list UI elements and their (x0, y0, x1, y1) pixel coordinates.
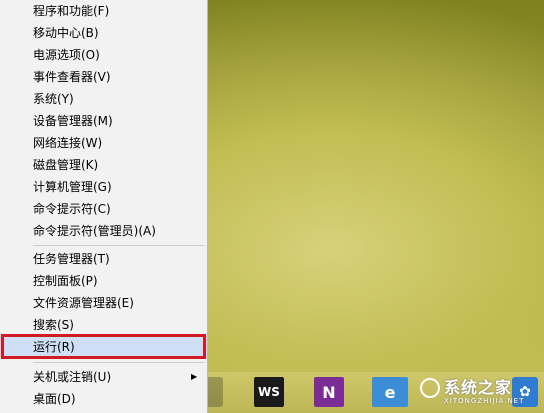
watermark-url: XITONGZHIJIA.NET (444, 397, 525, 405)
menu-item-mobility-center[interactable]: 移动中心(B) (0, 22, 207, 44)
menu-item-power-options[interactable]: 电源选项(O) (0, 44, 207, 66)
menu-item-label: 文件资源管理器(E) (33, 296, 134, 310)
menu-item-label: 计算机管理(G) (33, 180, 112, 194)
watermark-title: 系统之家 (444, 378, 513, 397)
menu-separator (33, 245, 205, 246)
menu-item-system[interactable]: 系统(Y) (0, 88, 207, 110)
menu-item-label: 命令提示符(C) (33, 202, 111, 216)
ie-icon[interactable]: e (372, 377, 408, 407)
menu-item-label: 桌面(D) (33, 392, 76, 406)
menu-item-programs-features[interactable]: 程序和功能(F) (0, 0, 207, 22)
menu-item-command-prompt-admin[interactable]: 命令提示符(管理员)(A) (0, 220, 207, 242)
onenote-icon[interactable]: N (314, 377, 344, 407)
menu-item-device-manager[interactable]: 设备管理器(M) (0, 110, 207, 132)
menu-item-label: 设备管理器(M) (33, 114, 113, 128)
menu-item-disk-management[interactable]: 磁盘管理(K) (0, 154, 207, 176)
webstorm-icon[interactable]: WS (254, 377, 284, 407)
menu-item-label: 电源选项(O) (33, 48, 100, 62)
menu-item-file-explorer[interactable]: 文件资源管理器(E) (0, 292, 207, 314)
menu-item-search[interactable]: 搜索(S) (0, 314, 207, 336)
menu-item-control-panel[interactable]: 控制面板(P) (0, 270, 207, 292)
menu-item-label: 控制面板(P) (33, 274, 98, 288)
watermark-logo-icon (420, 378, 440, 398)
menu-item-shutdown-signout[interactable]: 关机或注销(U) ▶ (0, 366, 207, 388)
menu-item-label: 程序和功能(F) (33, 4, 110, 18)
menu-item-label: 网络连接(W) (33, 136, 103, 150)
menu-item-label: 系统(Y) (33, 92, 74, 106)
menu-item-command-prompt[interactable]: 命令提示符(C) (0, 198, 207, 220)
menu-item-label: 关机或注销(U) (33, 370, 112, 384)
menu-item-desktop[interactable]: 桌面(D) (0, 388, 207, 410)
webstorm-icon-text: WS (258, 385, 280, 399)
menu-item-label: 磁盘管理(K) (33, 158, 99, 172)
menu-item-label: 任务管理器(T) (33, 252, 110, 266)
menu-item-label: 事件查看器(V) (33, 70, 111, 84)
ie-icon-text: e (384, 382, 396, 402)
menu-item-label: 移动中心(B) (33, 26, 99, 40)
menu-item-task-manager[interactable]: 任务管理器(T) (0, 248, 207, 270)
watermark: 系统之家 XITONGZHIJIA.NET (420, 370, 544, 410)
menu-item-event-viewer[interactable]: 事件查看器(V) (0, 66, 207, 88)
menu-item-network-connections[interactable]: 网络连接(W) (0, 132, 207, 154)
menu-separator (33, 362, 205, 363)
menu-item-label: 搜索(S) (33, 318, 74, 332)
menu-item-label: 命令提示符(管理员)(A) (33, 224, 156, 238)
annotation-highlight-box (1, 334, 206, 359)
menu-item-computer-management[interactable]: 计算机管理(G) (0, 176, 207, 198)
onenote-icon-text: N (322, 382, 336, 402)
submenu-arrow-icon: ▶ (191, 372, 198, 381)
